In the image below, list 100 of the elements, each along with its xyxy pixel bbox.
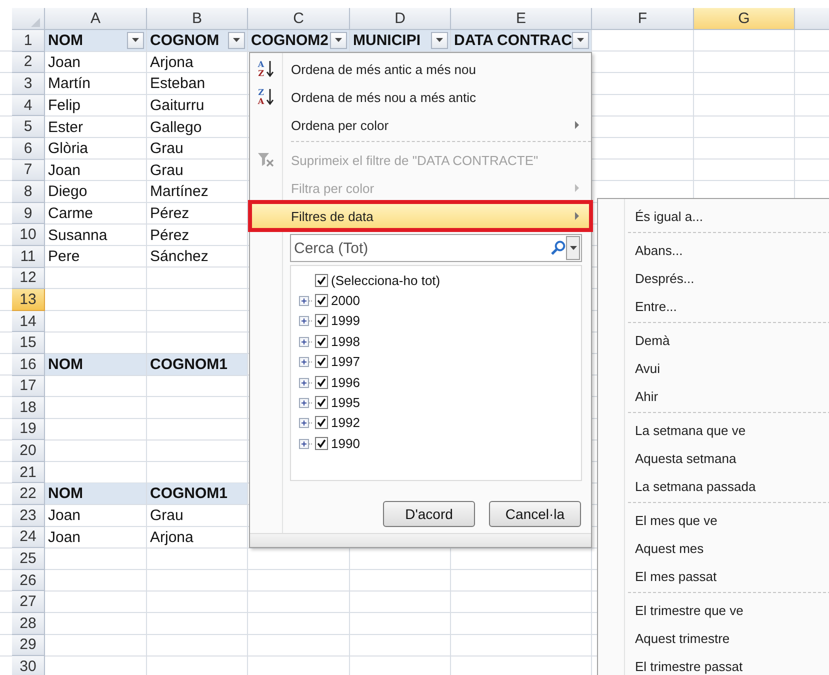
checkbox[interactable] [315,416,328,430]
menu-item[interactable]: Entre... [598,292,829,320]
row-header[interactable]: 15 [12,332,45,354]
filter-button[interactable] [330,32,347,49]
triangle-icon [30,18,40,27]
dialog-button[interactable]: Cancel·la [489,501,581,527]
row-header[interactable]: 16 [12,354,45,376]
menu-item[interactable]: Z A Ordena de més nou a més antic [250,83,591,111]
row-header[interactable]: 9 [12,202,45,224]
table-cell-text: Pérez [149,204,190,224]
table-cell-text: Joan [47,506,82,526]
checkbox[interactable] [315,355,328,368]
filter-button[interactable] [431,32,448,49]
row-header[interactable]: 29 [12,634,45,656]
menu-item[interactable]: A Z Ordena de més antic a més nou [250,55,591,83]
column-header[interactable]: F [592,8,694,30]
checkbox[interactable] [315,274,328,287]
row-header[interactable]: 18 [12,397,45,419]
row-header[interactable]: 2 [12,52,45,74]
menu-item[interactable]: Després... [598,264,829,292]
dropdown-button[interactable] [566,236,580,260]
menu-item[interactable]: Filtres de data [250,202,591,230]
row-header[interactable]: 5 [12,116,45,138]
menu-item[interactable]: Demà [598,326,829,354]
menu-item[interactable]: Avui [598,354,829,382]
row-header[interactable]: 14 [12,310,45,332]
row-header[interactable]: 24 [12,526,45,548]
row-header[interactable]: 8 [12,181,45,203]
menu-item[interactable]: El trimestre passat [598,652,829,675]
expand-icon[interactable] [299,436,312,450]
row-header[interactable]: 12 [12,268,45,290]
table-cell-text: Gaiturru [149,96,206,116]
menu-item[interactable]: Abans... [598,236,829,264]
checkbox[interactable] [315,376,328,389]
row-header[interactable]: 10 [12,224,45,246]
row-header[interactable]: 28 [12,613,45,635]
submenu-arrow-icon [575,121,579,129]
expand-icon[interactable] [299,376,312,389]
column-header[interactable]: A [45,8,147,30]
table-cell-text: Pere [47,247,81,268]
menu-item[interactable]: Ordena per color [250,111,591,139]
header-text: COGNOM2 [251,32,329,49]
checkbox[interactable] [315,334,328,348]
expand-icon[interactable] [299,416,312,430]
expand-icon[interactable] [299,334,312,348]
checkbox[interactable] [315,314,328,328]
expand-icon[interactable] [299,355,312,368]
row-header[interactable]: 22 [12,483,45,506]
row-header[interactable]: 27 [12,591,45,614]
expand-icon[interactable] [299,314,312,328]
table-cell-text: Arjona [149,52,194,73]
checkbox[interactable] [315,396,328,410]
column-header[interactable]: C [248,8,350,30]
menu-item[interactable]: La setmana passada [598,472,829,500]
row-header[interactable]: 21 [12,462,45,484]
checkbox[interactable] [315,294,328,308]
menu-item[interactable]: Aquest trimestre [598,624,829,652]
row-header[interactable]: 11 [12,246,45,268]
menu-item[interactable]: Ahir [598,382,829,410]
filter-button[interactable] [127,32,144,49]
expand-icon[interactable] [299,396,312,410]
row-header[interactable]: 1 [12,30,45,52]
table-cell-text: Sánchez [149,247,210,268]
row-header[interactable]: 13 [12,289,45,311]
checkbox[interactable] [315,436,328,450]
menu-item[interactable]: És igual a... [598,202,829,230]
table-cell-text: Arjona [149,528,194,548]
table-cell-text: Felip [47,96,82,116]
column-header[interactable]: D [350,8,451,30]
caret-icon [570,246,576,250]
menu-item[interactable]: Aquesta setmana [598,444,829,472]
row-header[interactable]: 7 [12,160,45,182]
row-header[interactable]: 4 [12,94,45,116]
clear-filter-icon [258,153,274,167]
menu-item[interactable]: La setmana que ve [598,416,829,444]
menu-item[interactable]: El mes passat [598,562,829,590]
dialog-button[interactable]: D'acord [383,501,475,527]
column-header[interactable]: G [694,8,795,30]
row-header[interactable]: 25 [12,548,45,570]
row-header[interactable]: 30 [12,656,45,675]
column-header[interactable]: B [147,8,248,30]
column-header[interactable]: E [451,8,592,30]
row-header[interactable]: 17 [12,376,45,398]
row-header[interactable]: 3 [12,73,45,95]
filter-button[interactable] [572,32,589,49]
submenu-arrow-icon [575,184,579,192]
menu-item[interactable]: El trimestre que ve [598,596,829,624]
expand-icon[interactable] [299,294,312,308]
menu-item[interactable]: Aquest mes [598,534,829,562]
row-header[interactable]: 23 [12,505,45,527]
search-input[interactable]: Cerca (Tot) [291,238,550,258]
search-field[interactable]: Cerca (Tot) [290,234,582,262]
row-header[interactable]: 19 [12,418,45,440]
checkbox-label: 1990 [331,436,360,451]
resize-grip[interactable] [250,533,591,547]
row-header[interactable]: 26 [12,570,45,592]
filter-button[interactable] [228,32,245,49]
row-header[interactable]: 6 [12,138,45,160]
row-header[interactable]: 20 [12,440,45,462]
menu-item[interactable]: El mes que ve [598,506,829,534]
